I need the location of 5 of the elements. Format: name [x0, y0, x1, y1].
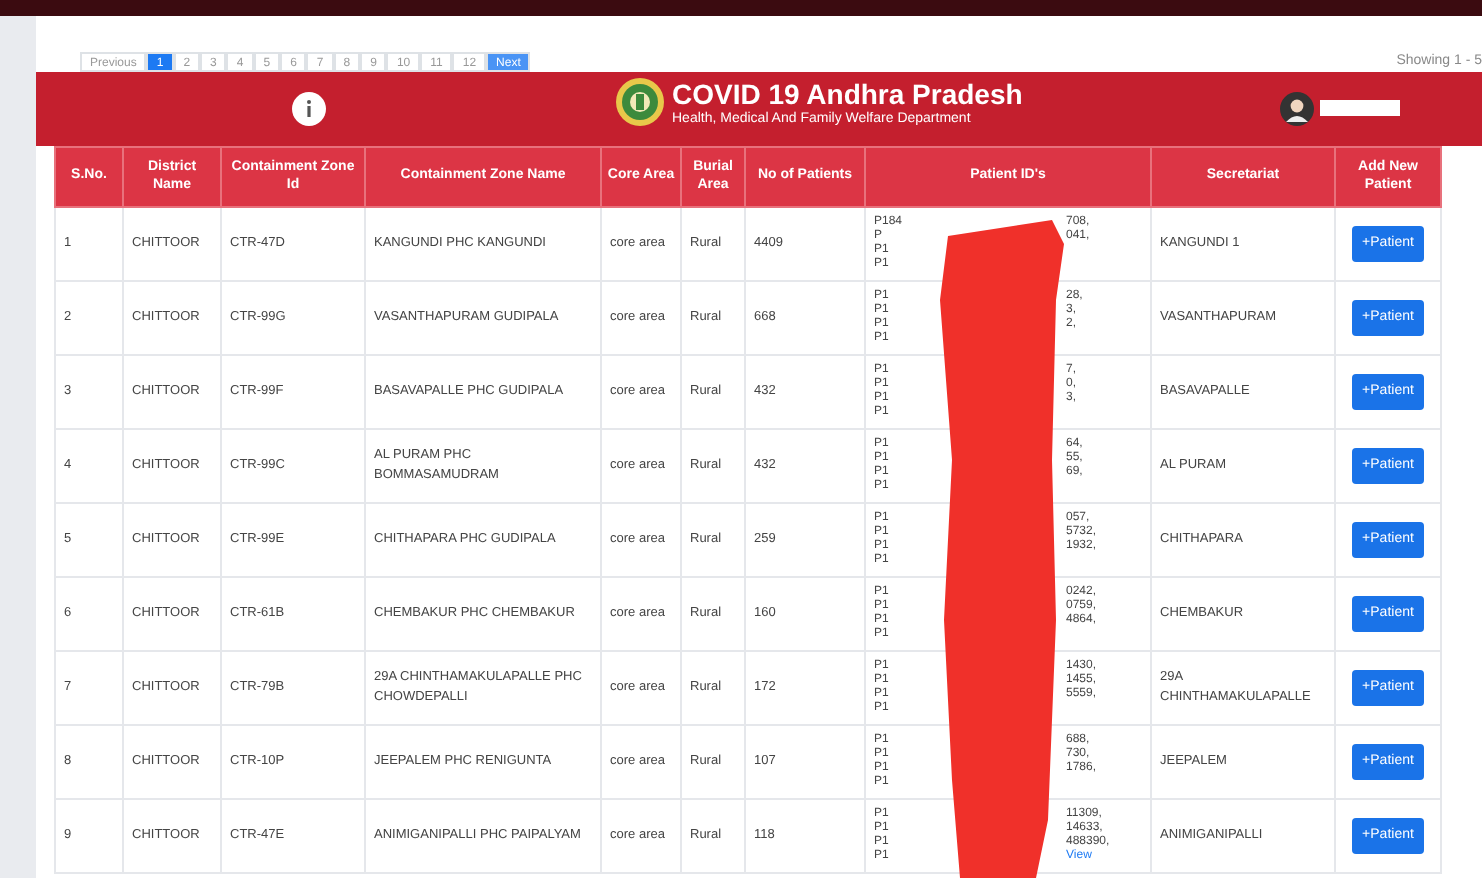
emblem-logo-icon — [616, 78, 664, 126]
header-title: COVID 19 Andhra Pradesh — [672, 79, 1023, 107]
info-icon[interactable] — [292, 92, 326, 126]
redaction-block — [1320, 100, 1400, 116]
user-avatar-icon[interactable] — [1280, 92, 1314, 126]
